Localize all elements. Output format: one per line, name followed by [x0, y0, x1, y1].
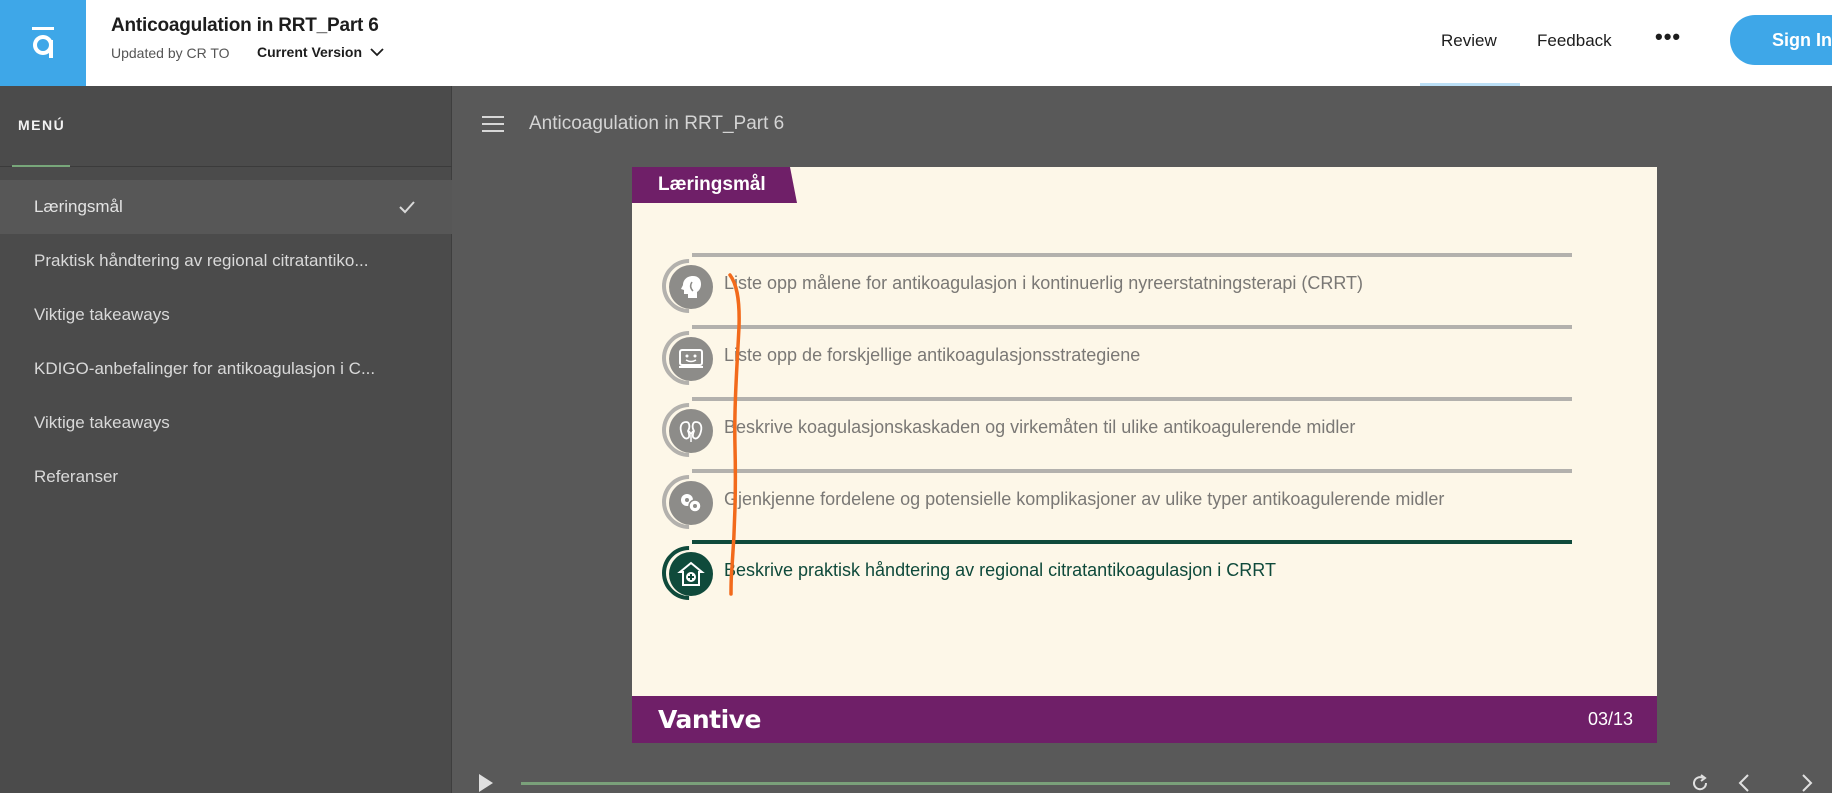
- content-title: Anticoagulation in RRT_Part 6: [529, 113, 785, 134]
- sign-in-button[interactable]: Sign In: [1730, 15, 1832, 65]
- previous-slide-icon[interactable]: [1734, 772, 1756, 793]
- more-options-icon[interactable]: •••: [1655, 24, 1681, 50]
- menu-list: Læringsmål Praktisk håndtering av region…: [0, 180, 452, 504]
- menu-heading: MENÚ: [18, 117, 66, 133]
- menu-heading-underline: [12, 165, 70, 167]
- version-label: Current Version: [257, 44, 363, 60]
- app-logo[interactable]: [0, 0, 86, 86]
- replay-icon[interactable]: [1689, 772, 1711, 793]
- updated-by-label: Updated by CR TO: [111, 45, 230, 61]
- review-underline: [1420, 83, 1520, 86]
- sidebar-item-laeringsmal[interactable]: Læringsmål: [0, 180, 452, 234]
- slide: Læringsmål Liste opp målene for antikoag…: [632, 167, 1657, 743]
- logo-icon: [32, 27, 54, 58]
- sidebar-menu: MENÚ Læringsmål Praktisk håndtering av r…: [0, 86, 452, 793]
- sidebar-item-label: Læringsmål: [34, 197, 123, 216]
- sidebar-item-label: Referanser: [34, 467, 119, 486]
- hamburger-menu-icon[interactable]: [482, 116, 506, 134]
- sidebar-item-label: Viktige takeaways: [34, 413, 170, 432]
- feedback-link[interactable]: Feedback: [1537, 31, 1612, 51]
- top-bar: Anticoagulation in RRT_Part 6 Updated by…: [0, 0, 1832, 86]
- slide-number: 03/13: [1587, 709, 1633, 729]
- sidebar-item-label: KDIGO-anbefalinger for antikoagulasjon i…: [34, 359, 376, 378]
- chevron-down-icon: [370, 48, 384, 57]
- sidebar-item-label: Praktisk håndtering av regional citratan…: [34, 251, 369, 270]
- progress-bar[interactable]: [521, 782, 1670, 785]
- next-slide-icon[interactable]: [1795, 772, 1817, 793]
- review-link[interactable]: Review: [1441, 31, 1497, 51]
- slide-footer: Vantive 03/13: [632, 696, 1657, 743]
- pen-annotation-stroke: [728, 273, 741, 596]
- sidebar-item-viktige-takeaways-2[interactable]: Viktige takeaways: [0, 396, 452, 450]
- checkmark-icon: [399, 201, 415, 214]
- sidebar-item-viktige-takeaways[interactable]: Viktige takeaways: [0, 288, 452, 342]
- sidebar-item-kdigo[interactable]: KDIGO-anbefalinger for antikoagulasjon i…: [0, 342, 452, 396]
- document-title: Anticoagulation in RRT_Part 6: [111, 15, 379, 36]
- sidebar-item-label: Viktige takeaways: [34, 305, 170, 324]
- objective-text: Gjenkjenne fordelene og potensielle komp…: [724, 489, 1445, 509]
- sidebar-item-praktisk-handtering[interactable]: Praktisk håndtering av regional citratan…: [0, 234, 452, 288]
- version-dropdown[interactable]: Current Version: [257, 44, 384, 60]
- sidebar-item-referanser[interactable]: Referanser: [0, 450, 452, 504]
- play-icon[interactable]: [476, 772, 496, 793]
- brand-logo: Vantive: [658, 705, 761, 734]
